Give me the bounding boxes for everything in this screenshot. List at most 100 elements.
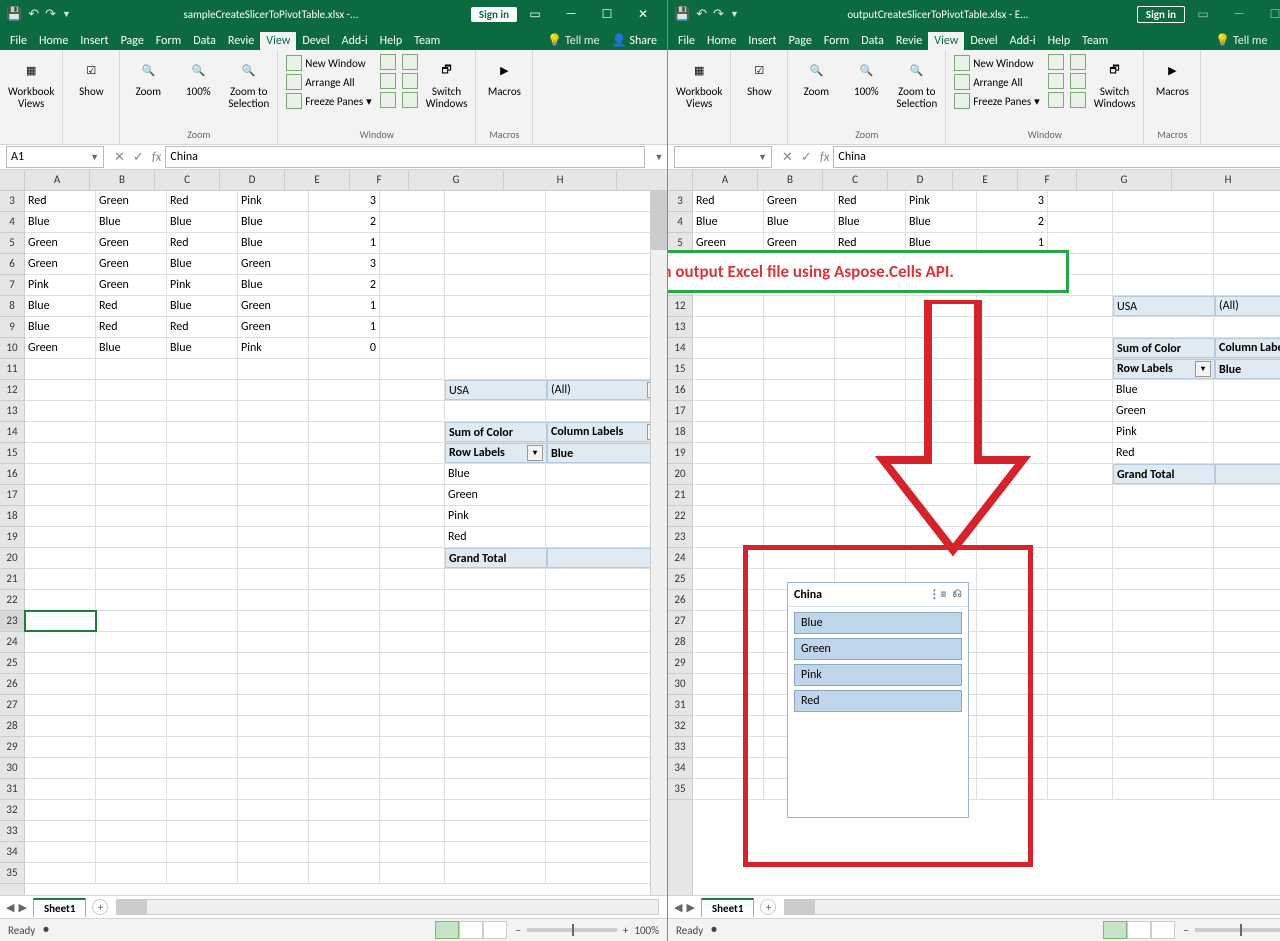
macros-button[interactable]: ▶Macros — [1150, 54, 1194, 100]
cell[interactable] — [380, 653, 445, 673]
cell[interactable] — [309, 779, 380, 799]
normal-view-icon[interactable] — [435, 921, 459, 939]
cell[interactable] — [445, 611, 546, 631]
cell[interactable] — [309, 569, 380, 589]
cell[interactable] — [1214, 779, 1280, 799]
cell[interactable] — [380, 212, 445, 232]
tab-file[interactable]: File — [4, 32, 33, 50]
cell[interactable] — [693, 527, 764, 547]
cell[interactable]: Pink — [1113, 422, 1214, 442]
col-header[interactable]: A — [25, 170, 90, 190]
cell[interactable] — [1048, 779, 1113, 799]
cell[interactable]: Blue — [445, 464, 546, 484]
cell[interactable] — [25, 842, 96, 862]
cell[interactable]: Red — [445, 527, 546, 547]
cell[interactable] — [238, 737, 309, 757]
cell[interactable] — [546, 191, 665, 211]
cell[interactable]: 2 — [546, 527, 665, 547]
cell[interactable] — [1048, 716, 1113, 736]
cell[interactable]: Green — [764, 191, 835, 211]
row-header[interactable]: 17 — [668, 401, 692, 422]
row-header[interactable]: 22 — [668, 506, 692, 527]
row-header[interactable]: 3 — [0, 191, 24, 212]
cell[interactable] — [1113, 254, 1214, 274]
cell[interactable] — [693, 401, 764, 421]
cell[interactable] — [1214, 485, 1280, 505]
cell[interactable] — [445, 716, 546, 736]
row-header[interactable]: 4 — [668, 212, 692, 233]
cell[interactable] — [546, 611, 665, 631]
row-header[interactable]: 32 — [668, 716, 692, 737]
cell[interactable]: Blue — [547, 443, 667, 463]
cell[interactable] — [1214, 674, 1280, 694]
row-header[interactable]: 33 — [0, 821, 24, 842]
freeze-panes-button[interactable]: Freeze Panes ▾ — [284, 92, 373, 110]
cell[interactable] — [380, 548, 445, 568]
name-box[interactable]: ▼ — [674, 146, 772, 168]
col-header[interactable]: G — [409, 170, 504, 190]
cell[interactable] — [238, 863, 309, 883]
row-header[interactable]: 35 — [668, 779, 692, 800]
cell[interactable] — [25, 359, 96, 379]
cell[interactable] — [1214, 275, 1280, 295]
cell[interactable] — [309, 653, 380, 673]
maximize-icon[interactable]: ☐ — [589, 7, 625, 22]
cell[interactable] — [1214, 716, 1280, 736]
row-header[interactable]: 8 — [0, 296, 24, 317]
cell[interactable]: 2 — [1214, 443, 1280, 463]
spreadsheet-grid[interactable]: 3451011121314151617181920212223242526272… — [668, 170, 1280, 895]
row-header[interactable]: 27 — [668, 611, 692, 632]
cell[interactable] — [25, 590, 96, 610]
cell[interactable] — [309, 359, 380, 379]
row-header[interactable]: 16 — [0, 464, 24, 485]
cancel-icon[interactable]: ✕ — [114, 150, 125, 165]
cell[interactable]: 4 — [547, 548, 667, 568]
tellme[interactable]: 💡Tell me — [1209, 31, 1273, 50]
cell[interactable] — [1048, 338, 1113, 358]
cell[interactable] — [764, 506, 835, 526]
tab-data[interactable]: Data — [855, 32, 890, 50]
cell[interactable] — [96, 569, 167, 589]
cell[interactable] — [309, 506, 380, 526]
cell[interactable] — [445, 674, 546, 694]
cell[interactable] — [1048, 653, 1113, 673]
cell[interactable] — [238, 443, 309, 463]
cell[interactable] — [693, 485, 764, 505]
cell[interactable] — [546, 485, 665, 505]
cell[interactable] — [1214, 212, 1280, 232]
cell[interactable]: Pink — [167, 275, 238, 295]
cell[interactable] — [25, 779, 96, 799]
cell[interactable] — [238, 569, 309, 589]
cell[interactable] — [25, 527, 96, 547]
cell[interactable] — [1113, 632, 1214, 652]
cell[interactable] — [1113, 695, 1214, 715]
cell[interactable] — [167, 800, 238, 820]
cell[interactable] — [167, 485, 238, 505]
cell[interactable] — [167, 632, 238, 652]
cell[interactable] — [764, 527, 835, 547]
tellme[interactable]: 💡Tell me — [541, 31, 605, 50]
cell[interactable]: Blue — [167, 212, 238, 232]
cell[interactable] — [238, 380, 309, 400]
hide-icon[interactable] — [1048, 73, 1064, 89]
prev-sheet-icon[interactable]: ◀ — [674, 901, 682, 914]
cell[interactable]: Green — [25, 233, 96, 253]
cell[interactable]: Red — [96, 296, 167, 316]
col-header[interactable]: H — [1172, 170, 1280, 190]
cell[interactable] — [309, 842, 380, 862]
signin-button[interactable]: Sign in — [1137, 6, 1185, 23]
new-window-button[interactable]: New Window — [284, 54, 373, 72]
cell[interactable] — [1214, 695, 1280, 715]
cell[interactable]: Blue — [693, 212, 764, 232]
cell[interactable] — [96, 443, 167, 463]
col-header[interactable]: C — [155, 170, 220, 190]
row-header[interactable]: 19 — [668, 443, 692, 464]
macros-button[interactable]: ▶Macros — [482, 54, 526, 100]
cell[interactable] — [1113, 191, 1214, 211]
cell[interactable] — [167, 779, 238, 799]
row-header[interactable]: 23 — [0, 611, 24, 632]
cell[interactable] — [380, 464, 445, 484]
arrange-all-button[interactable]: Arrange All — [952, 73, 1041, 91]
row-header[interactable]: 21 — [668, 485, 692, 506]
row-header[interactable]: 14 — [668, 338, 692, 359]
